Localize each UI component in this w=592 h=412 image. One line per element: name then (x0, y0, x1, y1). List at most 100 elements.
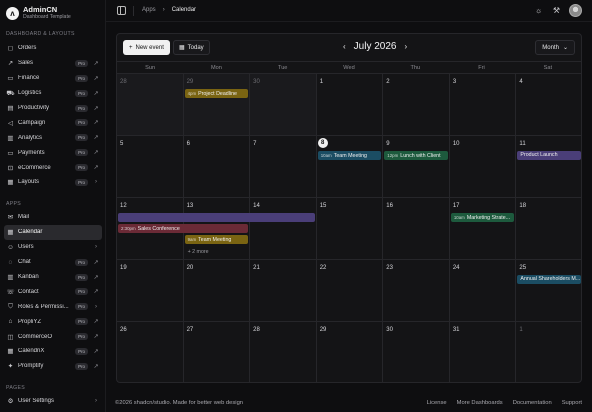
day-cell[interactable]: 20 (183, 260, 251, 322)
sidebar-item-payments[interactable]: ▭ Payments Pro ↗ (4, 145, 102, 160)
sidebar-item-label: User Settings (18, 398, 55, 405)
view-select-value: Month (542, 44, 559, 51)
prev-month-icon[interactable]: ‹ (343, 42, 346, 51)
more-events-link[interactable]: + 2 more (188, 249, 209, 255)
calendar-event[interactable]: 2:30pm Sales Conference (118, 224, 249, 233)
day-cell[interactable]: 23 (383, 260, 450, 322)
day-cell[interactable]: 28 (117, 74, 184, 136)
day-cell[interactable]: 25 (516, 260, 581, 322)
day-cell[interactable]: 16 (383, 198, 450, 260)
shield-icon: ⛉ (8, 302, 13, 310)
sidebar-item-commerceo[interactable]: ◫ CommerceO Pro ↗ (4, 329, 102, 344)
sidebar-item-promptify[interactable]: ✦ Promptify Pro ↗ (4, 359, 102, 374)
settings-icon[interactable]: ⚒ (551, 5, 562, 16)
day-cell[interactable]: 6 (183, 136, 251, 198)
calendar-event[interactable]: 4pm Project Deadline (184, 89, 249, 98)
calendar-event[interactable]: 10am Team Meeting (317, 151, 382, 160)
sidebar-item-analytics[interactable]: ▥ Analytics Pro ↗ (4, 130, 102, 145)
footer-link-documentation[interactable]: Documentation (513, 400, 552, 406)
day-cell[interactable]: 27 (184, 322, 251, 382)
new-event-label: New event (135, 44, 164, 51)
sidebar-item-propliyz[interactable]: ⌂ PropliYZ Pro ↗ (4, 314, 102, 329)
sidebar-item-roles-permissi[interactable]: ⛉ Roles & Permissi... Pro › (4, 299, 102, 314)
day-number: 4 (519, 79, 523, 85)
pro-badge: Pro (75, 164, 88, 172)
new-event-button[interactable]: + New event (123, 40, 170, 55)
sidebar-item-calendrix[interactable]: ▦ CalendriX Pro ↗ (4, 344, 102, 359)
next-month-icon[interactable]: › (404, 42, 407, 51)
calendar-event[interactable]: 10am Marketing Strate... (450, 213, 515, 222)
wallet-icon: ▭ (7, 75, 14, 83)
sidebar-item-layouts[interactable]: ▦ Layouts Pro › (4, 175, 102, 190)
sidebar-item-sales[interactable]: ↗ Sales Pro ↗ (4, 56, 102, 71)
day-cell[interactable]: 22 (316, 260, 384, 322)
calendar-event[interactable] (118, 213, 315, 222)
day-cell[interactable]: 26 (117, 322, 184, 382)
day-cell[interactable]: 30 (383, 322, 450, 382)
day-cell[interactable]: 4 (516, 74, 581, 136)
nav-dashboard: ◻ Orders ↗ Sales Pro ↗ ▭ Finance Pro ↗ ⛟ Logistics P… (4, 41, 102, 190)
day-cell[interactable]: 18 (516, 198, 581, 260)
day-cell[interactable]: 29 (317, 322, 384, 382)
footer-link-more-dashboards[interactable]: More Dashboards (457, 400, 503, 406)
sidebar-item-orders[interactable]: ◻ Orders (4, 41, 102, 56)
calendar-event[interactable]: Annual Shareholders M... (517, 275, 581, 284)
day-cell[interactable]: 1 (316, 74, 384, 136)
sidebar-item-label: Roles & Permissi... (18, 303, 69, 310)
day-cell[interactable]: 17 (449, 198, 517, 260)
day-cell[interactable]: 8 (316, 136, 384, 198)
sidebar-item-mail[interactable]: ✉ Mail (4, 210, 102, 225)
day-cell[interactable]: 19 (117, 260, 184, 322)
sidebar-item-logistics[interactable]: ⛟ Logistics Pro ↗ (4, 86, 102, 101)
sun-icon[interactable]: ☼ (533, 5, 544, 16)
chart-icon: ▥ (7, 134, 14, 142)
calendar-event[interactable]: Product Launch (517, 151, 581, 160)
sidebar-item-productivity[interactable]: ▤ Productivity Pro ↗ (4, 101, 102, 116)
day-cell[interactable]: 10 (449, 136, 517, 198)
sidebar-item-user-settings[interactable]: ⚙ User Settings › (4, 394, 102, 409)
sidebar-item-contact[interactable]: ☏ Contact Pro ↗ (4, 284, 102, 299)
footer-link-license[interactable]: License (427, 400, 447, 406)
sidebar-item-campaign[interactable]: ◁ Campaign Pro ↗ (4, 115, 102, 130)
sidebar-item-calendar[interactable]: ▦ Calendar (4, 224, 102, 240)
breadcrumb-apps[interactable]: Apps (142, 7, 156, 13)
sidebar-item-label: Campaign (18, 119, 46, 126)
day-cell[interactable]: 11 (516, 136, 581, 198)
day-number: 24 (452, 265, 460, 271)
sidebar-item-ecommerce[interactable]: ⊡ eCommerce Pro ↗ (4, 160, 102, 175)
sidebar-toggle-icon[interactable] (117, 6, 126, 15)
calendar-event[interactable]: 9am Team Meeting (184, 235, 249, 244)
day-cell[interactable]: 21 (250, 260, 317, 322)
calendar-icon: ▦ (179, 45, 185, 51)
sidebar-item-chat[interactable]: ◌ Chat Pro ↗ (4, 255, 102, 270)
sidebar-item-label: Kanban (18, 274, 39, 280)
view-select[interactable]: Month ⌄ (535, 40, 575, 55)
day-cell[interactable]: 7 (250, 136, 317, 198)
day-cell[interactable]: 14 (250, 198, 317, 260)
day-cell[interactable]: 29 (183, 74, 251, 136)
today-button[interactable]: ▦ Today (173, 40, 210, 55)
day-cell[interactable]: 9 (383, 136, 450, 198)
day-cell[interactable]: 3 (449, 74, 517, 136)
sidebar-item-users[interactable]: ☺ Users › (4, 240, 102, 255)
day-cell[interactable]: 30 (250, 74, 317, 136)
brand[interactable]: ʌ AdminCN Dashboard Template (6, 5, 71, 21)
event-title: Team Meeting (198, 237, 232, 243)
user-avatar[interactable] (569, 4, 582, 17)
plus-icon: + (129, 44, 133, 51)
sidebar-item-kanban[interactable]: ▥ Kanban Pro ↗ (4, 270, 102, 285)
day-cell[interactable]: 31 (450, 322, 517, 382)
day-cell[interactable]: 1 (516, 322, 581, 382)
megaphone-icon: ◁ (8, 119, 13, 127)
sidebar-item-finance[interactable]: ▭ Finance Pro ↗ (4, 71, 102, 86)
footer-link-support[interactable]: Support (562, 400, 582, 406)
day-cell[interactable]: 24 (449, 260, 517, 322)
calendar-event[interactable]: 12pm Lunch with Client (384, 151, 448, 160)
sidebar-item-label: Users (18, 244, 34, 251)
external-link-icon: ↗ (93, 135, 99, 142)
day-cell[interactable]: 2 (383, 74, 450, 136)
day-cell[interactable]: 28 (250, 322, 317, 382)
day-cell[interactable]: 5 (117, 136, 184, 198)
day-cell[interactable]: 15 (316, 198, 384, 260)
pro-badge: Pro (75, 59, 88, 67)
